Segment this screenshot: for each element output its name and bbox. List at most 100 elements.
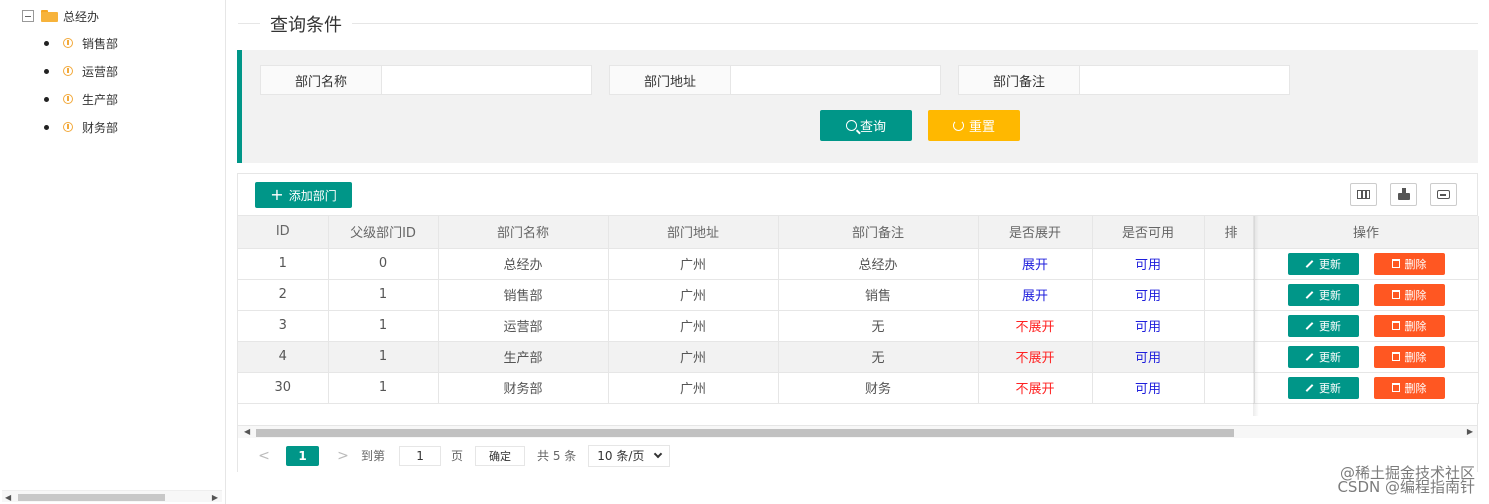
cell-expand: 不展开 [978, 310, 1093, 342]
next-page-icon[interactable]: > [333, 448, 353, 464]
col-header-sort[interactable]: 排 [1204, 216, 1255, 249]
cell-actions: 更新 删除 [1253, 248, 1479, 280]
chevron-down-icon [654, 449, 663, 458]
tree-item-label[interactable]: 销售部 [82, 35, 118, 52]
tree-item-label[interactable]: 财务部 [82, 119, 118, 136]
update-label: 更新 [1319, 288, 1341, 302]
scroll-right-icon[interactable]: ▶ [212, 493, 218, 502]
current-page[interactable]: 1 [286, 445, 319, 466]
cell-address: 广州 [608, 372, 779, 404]
col-header-parent-id[interactable]: 父级部门ID [328, 216, 439, 249]
cell-parent-id: 1 [328, 310, 439, 342]
cell-sort [1204, 248, 1255, 280]
table-row: 2 1 销售部 广州 销售 展开 可用 更新 删除 [238, 279, 1479, 311]
update-button[interactable]: 更新 [1287, 314, 1359, 337]
cell-parent-id: 0 [328, 248, 439, 280]
search-button-label: 查询 [859, 120, 886, 135]
update-button[interactable]: 更新 [1287, 283, 1359, 306]
col-header-name[interactable]: 部门名称 [438, 216, 609, 249]
cell-name: 财务部 [438, 372, 609, 404]
tree-item-label[interactable]: 运营部 [82, 63, 118, 80]
table-horizontal-scrollbar[interactable]: ◀ ▶ [238, 425, 1477, 438]
cell-expand: 不展开 [978, 341, 1093, 373]
delete-button[interactable]: 删除 [1373, 345, 1445, 368]
table-row: 3 1 运营部 广州 无 不展开 可用 更新 删除 [238, 310, 1479, 342]
table-row: 4 1 生产部 广州 无 不展开 可用 更新 删除 [238, 341, 1479, 373]
col-header-id[interactable]: ID [238, 216, 329, 249]
prev-page-icon[interactable]: < [254, 448, 274, 464]
total-count: 共 5 条 [537, 449, 577, 463]
cell-note: 无 [778, 341, 979, 373]
tree-root-label[interactable]: 总经办 [63, 8, 99, 25]
trash-icon [1391, 259, 1400, 268]
table-toolbar: + 添加部门 [238, 174, 1477, 216]
add-department-button[interactable]: + 添加部门 [255, 182, 352, 208]
pagination: < 1 > 到第 页 确定 共 5 条 10 条/页 [238, 439, 1477, 472]
goto-page-input[interactable] [399, 445, 442, 466]
tree-item-operations[interactable]: 运营部 [44, 62, 118, 80]
cell-sort [1204, 372, 1255, 404]
cell-expand: 展开 [978, 279, 1093, 311]
scroll-left-icon[interactable]: ◀ [5, 493, 11, 502]
delete-button[interactable]: 删除 [1373, 314, 1445, 337]
cell-name: 生产部 [438, 341, 609, 373]
tree-item-sales[interactable]: 销售部 [44, 34, 118, 52]
col-header-enabled[interactable]: 是否可用 [1092, 216, 1205, 249]
goto-confirm-button[interactable]: 确定 [475, 445, 526, 466]
trash-icon [1391, 290, 1400, 299]
tree-item-production[interactable]: 生产部 [44, 90, 118, 108]
columns-icon [1357, 190, 1370, 199]
cell-id: 2 [238, 279, 329, 311]
trash-icon [1391, 383, 1400, 392]
dept-note-input[interactable] [1080, 65, 1290, 95]
cell-actions: 更新 删除 [1253, 372, 1479, 404]
scrollbar-thumb[interactable] [18, 494, 165, 501]
tree-root-node[interactable]: 总经办 [22, 7, 99, 25]
dept-address-label: 部门地址 [609, 65, 731, 95]
delete-button[interactable]: 删除 [1373, 252, 1445, 275]
cell-parent-id: 1 [328, 279, 439, 311]
leaf-node-icon [63, 122, 73, 132]
reset-button[interactable]: 重置 [928, 110, 1020, 141]
delete-button[interactable]: 删除 [1373, 376, 1445, 399]
bullet-icon [44, 96, 49, 102]
col-header-address[interactable]: 部门地址 [608, 216, 779, 249]
scroll-right-icon[interactable]: ▶ [1467, 427, 1473, 436]
goto-suffix: 页 [451, 449, 464, 463]
col-header-expand[interactable]: 是否展开 [978, 216, 1093, 249]
cell-note: 销售 [778, 279, 979, 311]
columns-filter-button[interactable] [1350, 183, 1377, 206]
cell-expand: 不展开 [978, 372, 1093, 404]
search-button[interactable]: 查询 [820, 110, 912, 141]
fixed-column-shadow [1253, 216, 1259, 416]
cell-id: 3 [238, 310, 329, 342]
col-header-note[interactable]: 部门备注 [778, 216, 979, 249]
query-section-title: 查询条件 [260, 11, 352, 37]
collapse-icon[interactable] [22, 10, 34, 22]
export-button[interactable] [1390, 183, 1417, 206]
cell-parent-id: 1 [328, 341, 439, 373]
cell-note: 无 [778, 310, 979, 342]
cell-id: 4 [238, 341, 329, 373]
cell-address: 广州 [608, 310, 779, 342]
dept-address-input[interactable] [731, 65, 941, 95]
scroll-left-icon[interactable]: ◀ [244, 427, 250, 436]
tree-item-finance[interactable]: 财务部 [44, 118, 118, 136]
folder-open-icon [41, 10, 58, 22]
page-size-select[interactable]: 10 条/页 [588, 444, 671, 467]
trash-icon [1391, 321, 1400, 330]
print-button[interactable] [1430, 183, 1457, 206]
delete-label: 删除 [1404, 381, 1427, 395]
reset-button-label: 重置 [968, 120, 995, 135]
tree-horizontal-scrollbar[interactable]: ◀ ▶ [2, 490, 222, 502]
delete-label: 删除 [1404, 288, 1427, 302]
update-button[interactable]: 更新 [1287, 376, 1359, 399]
goto-prefix: 到第 [361, 449, 386, 463]
tree-item-label[interactable]: 生产部 [82, 91, 118, 108]
delete-button[interactable]: 删除 [1373, 283, 1445, 306]
update-button[interactable]: 更新 [1287, 252, 1359, 275]
update-button[interactable]: 更新 [1287, 345, 1359, 368]
scrollbar-thumb[interactable] [256, 429, 1234, 437]
dept-name-input[interactable] [382, 65, 592, 95]
cell-sort [1204, 341, 1255, 373]
